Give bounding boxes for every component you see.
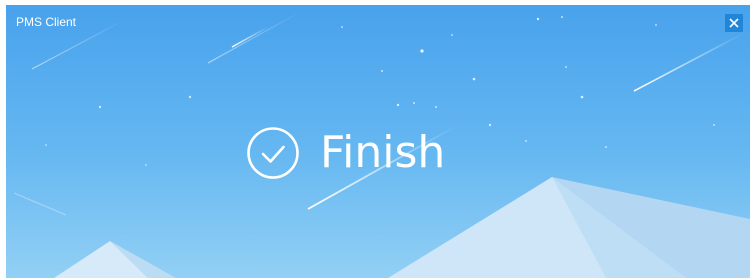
close-button[interactable] [725, 14, 743, 32]
check-circle-icon [247, 127, 299, 179]
window-title: PMS Client [16, 15, 77, 29]
pms-client-window: PMS Client Finish [0, 0, 750, 278]
close-icon [729, 18, 739, 28]
status-text: Finish [320, 127, 446, 178]
finish-status: Finish [246, 126, 445, 180]
